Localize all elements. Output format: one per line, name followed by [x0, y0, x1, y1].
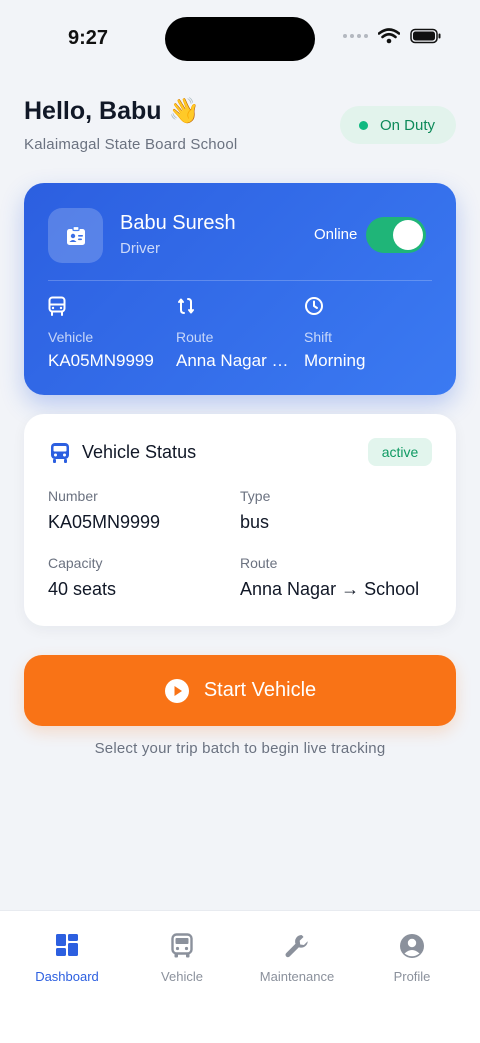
- bus-icon: [171, 933, 193, 958]
- battery-icon: [410, 28, 441, 44]
- profile-icon: [400, 934, 424, 958]
- wrench-icon: [285, 935, 308, 958]
- bottom-tab-bar: Dashboard Vehicle Maintenance Profile: [0, 910, 480, 1043]
- number-label: Number: [48, 488, 98, 504]
- vehicle-status-title: Vehicle Status: [82, 442, 197, 462]
- type-label: Type: [240, 488, 271, 504]
- duty-dot-icon: [359, 120, 368, 130]
- status-bar: 9:27: [0, 0, 480, 80]
- vehicle-type-field: Type bus: [240, 488, 270, 533]
- bus-icon: [51, 443, 69, 463]
- dashboard-icon: [56, 934, 78, 956]
- tab-profile[interactable]: Profile: [352, 911, 472, 1001]
- number-value: KA05MN9999: [48, 512, 161, 532]
- card-divider: [48, 280, 432, 281]
- play-icon: [164, 678, 189, 703]
- status-time: 9:27: [68, 27, 109, 49]
- duty-status-badge[interactable]: On Duty: [340, 106, 456, 144]
- route-label: Route: [176, 329, 214, 345]
- cellular-icon: [343, 34, 368, 38]
- vehicle-info: Vehicle KA05MN9999: [48, 296, 172, 371]
- vehicle-number-field: Number KA05MN9999: [48, 488, 160, 533]
- vehicle-label: Vehicle: [48, 329, 94, 345]
- vehicle-route-field: Route Anna Nagar → School: [240, 555, 419, 600]
- capacity-label: Capacity: [48, 555, 103, 571]
- shift-label: Shift: [304, 329, 333, 345]
- bus-icon: [48, 296, 66, 316]
- wifi-icon: [378, 28, 400, 44]
- start-vehicle-label: Start Vehicle: [203, 679, 317, 701]
- vehicle-active-badge: active: [368, 438, 432, 466]
- id-badge-icon: [66, 225, 85, 245]
- route-label: Route: [240, 555, 278, 571]
- toggle-knob: [393, 220, 423, 250]
- clock-icon: [305, 297, 323, 315]
- vehicle-capacity-field: Capacity 40 seats: [48, 555, 116, 600]
- tab-dashboard[interactable]: Dashboard: [7, 911, 127, 1001]
- online-label: Online: [314, 226, 358, 243]
- route-icon: [178, 298, 194, 314]
- driver-card: Babu Suresh Driver Online Vehicle KA05MN…: [24, 183, 456, 395]
- route-value: Anna Nagar → School: [176, 351, 300, 370]
- driver-id-avatar: [48, 208, 103, 263]
- shift-info: Shift Morning: [304, 296, 428, 371]
- online-toggle[interactable]: [366, 217, 426, 253]
- tab-label: Dashboard: [35, 969, 99, 984]
- greeting-title: Hello, Babu 👋: [24, 97, 200, 125]
- driver-name: Babu Suresh: [120, 212, 236, 234]
- driver-role: Driver: [120, 240, 160, 257]
- tracking-hint: Select your trip batch to begin live tra…: [94, 740, 386, 757]
- route-info: Route Anna Nagar → School: [176, 296, 300, 371]
- school-name: Kalaimagal State Board School: [24, 136, 238, 153]
- tab-vehicle[interactable]: Vehicle: [122, 911, 242, 1001]
- duty-status-label: On Duty: [380, 116, 436, 134]
- start-vehicle-button[interactable]: Start Vehicle: [24, 655, 456, 726]
- tab-label: Vehicle: [161, 969, 203, 984]
- vehicle-value: KA05MN9999: [48, 351, 154, 370]
- type-value: bus: [240, 512, 270, 532]
- dynamic-island: [165, 17, 315, 61]
- vehicle-status-card: Vehicle Status active Number KA05MN9999 …: [24, 414, 456, 626]
- capacity-value: 40 seats: [48, 579, 117, 599]
- tab-label: Maintenance: [259, 969, 335, 984]
- shift-value: Morning: [304, 351, 366, 370]
- route-value: Anna Nagar → School: [240, 579, 420, 599]
- tab-maintenance[interactable]: Maintenance: [237, 911, 357, 1001]
- status-icons: [343, 28, 442, 44]
- tab-label: Profile: [393, 969, 431, 984]
